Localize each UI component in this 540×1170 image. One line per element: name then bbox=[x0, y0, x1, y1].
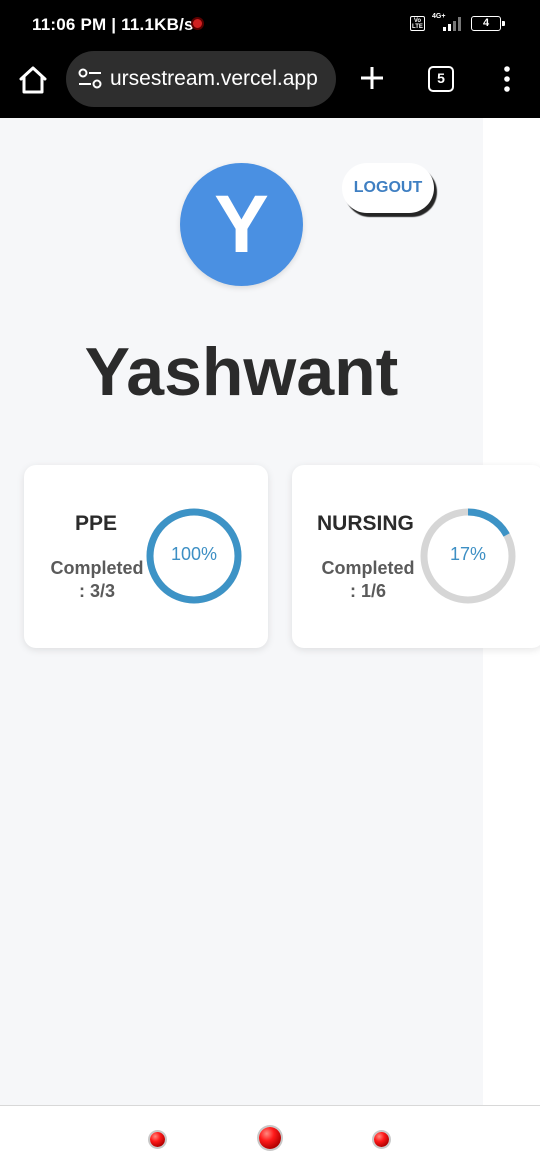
address-bar[interactable]: ursestream.vercel.app bbox=[66, 51, 336, 107]
system-nav-bar bbox=[0, 1105, 540, 1170]
new-tab-icon[interactable] bbox=[358, 64, 386, 92]
signal-icon bbox=[443, 17, 461, 31]
progress-ring: 17% bbox=[418, 506, 518, 606]
home-icon[interactable] bbox=[16, 63, 50, 97]
nav-back-button[interactable] bbox=[150, 1132, 165, 1147]
course-completed-text: Completed : 3/3 bbox=[48, 557, 146, 603]
volte-icon: Vo LTE bbox=[410, 16, 425, 31]
completed-label: Completed bbox=[50, 558, 144, 578]
course-title: PPE bbox=[75, 512, 118, 535]
more-options-icon[interactable] bbox=[497, 64, 517, 94]
course-title: NURSING bbox=[317, 512, 414, 535]
progress-percent: 100% bbox=[170, 543, 218, 564]
avatar: Y bbox=[180, 163, 303, 286]
completed-count: : 1/6 bbox=[349, 581, 387, 601]
web-page: Y LOGOUT Yashwant PPE Completed : 3/3 10… bbox=[0, 118, 540, 1105]
course-card-nursing[interactable]: NURSING Completed : 1/6 17% bbox=[292, 465, 540, 648]
progress-percent: 17% bbox=[449, 543, 487, 564]
course-completed-text: Completed : 1/6 bbox=[318, 557, 418, 603]
completed-count: : 3/3 bbox=[78, 581, 116, 601]
url-text[interactable]: ursestream.vercel.app bbox=[110, 67, 318, 91]
tab-switcher-button[interactable]: 5 bbox=[428, 66, 454, 92]
completed-label: Completed bbox=[321, 558, 415, 578]
battery-icon: 4 bbox=[471, 16, 505, 31]
recording-indicator-icon bbox=[191, 17, 204, 30]
course-card-ppe[interactable]: PPE Completed : 3/3 100% bbox=[24, 465, 268, 648]
site-settings-icon[interactable] bbox=[78, 68, 102, 90]
status-bar: 11:06 PM | 11.1KB/s Vo LTE 4G+ 4 bbox=[0, 0, 540, 48]
logout-button[interactable]: LOGOUT bbox=[342, 163, 434, 213]
nav-home-button[interactable] bbox=[259, 1127, 281, 1149]
nav-recents-button[interactable] bbox=[374, 1132, 389, 1147]
status-time: 11:06 PM | 11.1KB/s bbox=[32, 15, 194, 34]
browser-toolbar: ursestream.vercel.app 5 bbox=[0, 48, 540, 118]
progress-ring: 100% bbox=[144, 506, 244, 606]
user-name: Yashwant bbox=[84, 334, 399, 410]
